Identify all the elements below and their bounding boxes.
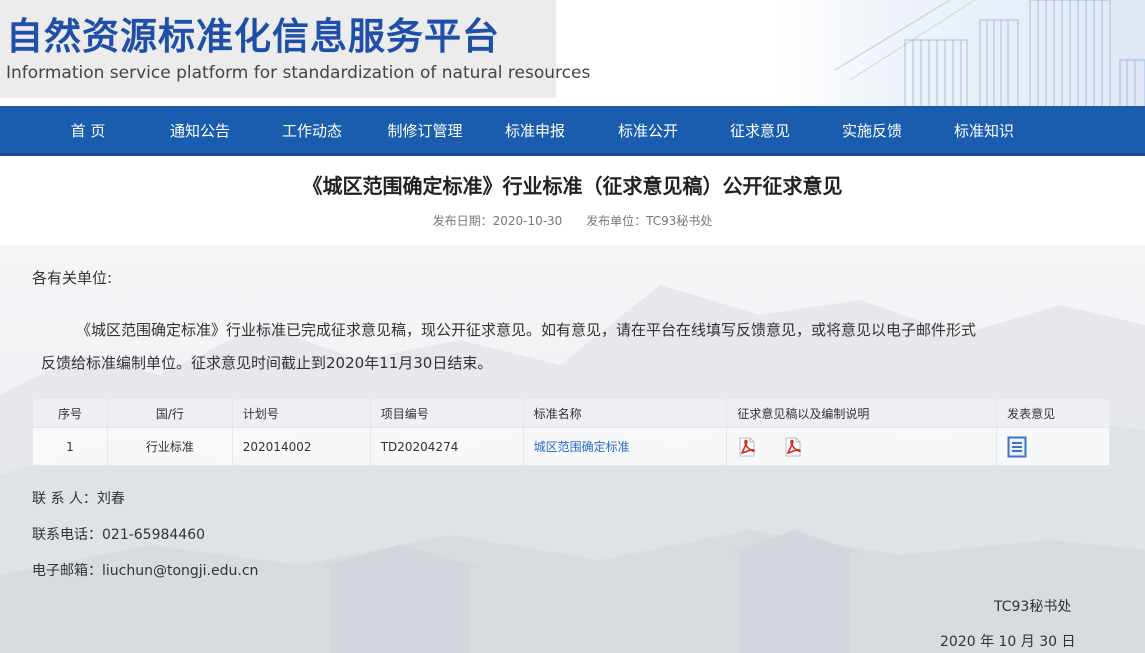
nav-item-revision-management[interactable]: 制修订管理 [380,106,470,156]
body-paragraph-line-2: 反馈给标准编制单位。征求意见时间截止到2020年11月30日结束。 [41,354,493,372]
col-header-standard-name: 标准名称 [522,398,728,428]
nav-item-feedback[interactable]: 实施反馈 [835,106,909,156]
standard-name-link[interactable]: 城区范围确定标准 [534,440,630,454]
nav-item-standard-application[interactable]: 标准申报 [498,106,572,156]
table-header-row: 序号 国/行 计划号 项目编号 标准名称 征求意见稿以及编制说明 发表意见 [32,398,1110,428]
cell-standard-name: 城区范围确定标准 [522,427,728,466]
cell-level: 行业标准 [106,427,233,466]
col-header-project-no: 项目编号 [369,398,524,428]
article-content: 各有关单位: 《城区范围确定标准》行业标准已完成征求意见稿，现公开征求意见。如有… [0,245,1145,653]
comment-document-icon[interactable] [1007,436,1027,458]
publish-date: 发布日期：2020-10-30 [432,214,563,228]
col-header-comment: 发表意见 [996,398,1110,428]
contact-person: 联 系 人：刘春 [32,491,125,507]
greeting-text: 各有关单位: [32,269,113,287]
cell-draft-docs [726,427,998,466]
col-header-level: 国/行 [106,398,233,428]
signature-org: TC93秘书处 [994,599,1072,615]
nav-item-notices[interactable]: 通知公告 [163,106,237,156]
nav-item-consultation[interactable]: 征求意见 [723,106,797,156]
publish-unit: 发布单位：TC93秘书处 [586,214,713,228]
cell-index: 1 [32,427,108,466]
col-header-index: 序号 [32,398,108,428]
nav-item-knowledge[interactable]: 标准知识 [947,106,1021,156]
standard-table: 序号 国/行 计划号 项目编号 标准名称 征求意见稿以及编制说明 发表意见 1 … [32,398,1110,466]
col-header-plan-no: 计划号 [231,398,371,428]
site-title-en: Information service platform for standar… [6,63,591,83]
col-header-draft-docs: 征求意见稿以及编制说明 [726,398,998,428]
table-row: 1 行业标准 202014002 TD20204274 城区范围确定标准 [32,427,1110,466]
nav-item-work-news[interactable]: 工作动态 [275,106,349,156]
article-title: 《城区范围确定标准》行业标准（征求意见稿）公开征求意见 [302,174,843,198]
site-logo[interactable]: 自然资源标准化信息服务平台 Information service platfo… [0,0,590,98]
main-nav: 首 页 通知公告 工作动态 制修订管理 标准申报 标准公开 征求意见 实施反馈 … [0,106,1145,156]
article-header: 《城区范围确定标准》行业标准（征求意见稿）公开征求意见 发布日期：2020-10… [0,156,1145,245]
cell-comment [996,427,1110,466]
article-meta: 发布日期：2020-10-30 发布单位：TC93秘书处 [0,212,1145,229]
nav-item-standard-publicity[interactable]: 标准公开 [611,106,685,156]
explanation-pdf-icon[interactable] [783,437,803,457]
contact-email: 电子邮箱：liuchun@tongji.edu.cn [32,563,259,579]
contact-phone: 联系电话：021-65984460 [32,527,206,543]
signature-date: 2020 年 10 月 30 日 [940,634,1076,650]
cell-plan-no: 202014002 [231,427,371,466]
draft-pdf-icon[interactable] [737,437,757,457]
body-paragraph-line-1: 《城区范围确定标准》行业标准已完成征求意见稿，现公开征求意见。如有意见，请在平台… [76,321,977,339]
site-title-cn: 自然资源标准化信息服务平台 [6,15,500,58]
cell-project-no: TD20204274 [369,427,524,466]
nav-item-home[interactable]: 首 页 [58,106,118,156]
